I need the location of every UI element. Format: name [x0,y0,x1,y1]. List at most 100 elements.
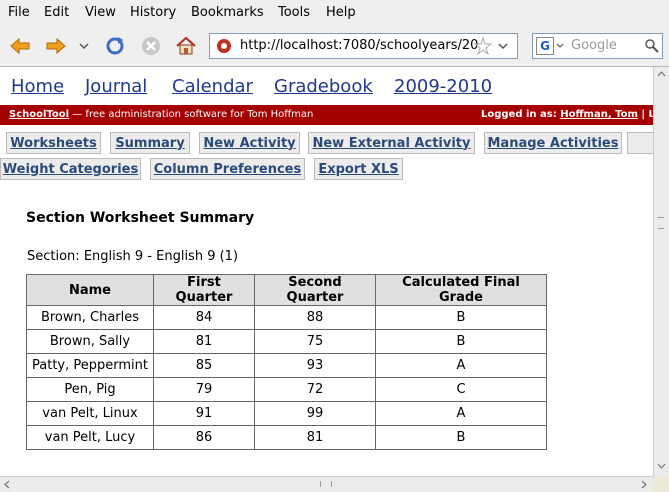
tab-new-activity[interactable]: New Activity [199,132,300,154]
col-header-final-grade: Calculated Final Grade [375,274,547,306]
tab-overflow[interactable] [627,132,653,154]
table-row: Brown, Charles 84 88 B [26,305,547,330]
nav-journal[interactable]: Journal [85,76,147,97]
table-header-row: Name First Quarter Second Quarter Calcul… [26,274,547,306]
nav-home[interactable]: Home [11,76,64,97]
menu-edit[interactable]: Edit [44,5,69,20]
tab-worksheets[interactable]: Worksheets [6,132,101,154]
table-row: Pen, Pig 79 72 C [26,377,547,402]
tab-export-xls[interactable]: Export XLS [314,158,403,180]
navigation-toolbar: http://localhost:7080/schoolyears/20 G G… [0,26,669,67]
second-quarter-score: 88 [254,305,376,330]
col-header-name: Name [26,274,154,306]
bookmark-star-icon[interactable] [474,37,492,55]
table-row: van Pelt, Linux 91 99 A [26,401,547,426]
search-box[interactable]: G Google [532,33,663,59]
scroll-right-icon[interactable] [641,480,647,489]
menu-bar: File Edit View History Bookmarks Tools H… [0,0,669,26]
scrollbar-corner [653,476,669,492]
page-content: Home Journal Calendar Gradebook 2009-201… [0,67,653,476]
second-quarter-score: 99 [254,401,376,426]
reload-icon [106,37,124,55]
final-grade: B [375,305,547,330]
tab-column-preferences[interactable]: Column Preferences [150,158,305,180]
student-name: Patty, Peppermint [26,353,154,378]
section-label: Section: [27,249,80,264]
top-navigation: Home Journal Calendar Gradebook 2009-201… [0,67,653,105]
forward-arrow-icon [46,37,66,55]
chevron-down-icon [79,43,89,50]
first-quarter-score: 86 [153,425,255,450]
summary-table: Name First Quarter Second Quarter Calcul… [26,274,547,450]
user-link[interactable]: Hoffman, Tom [560,109,638,120]
stop-icon [142,37,160,55]
search-icon[interactable] [644,38,660,54]
home-icon [176,36,196,55]
student-name: van Pelt, Linux [26,401,154,426]
tab-weight-categories[interactable]: Weight Categories [0,158,141,180]
back-button[interactable] [7,34,33,58]
menu-tools[interactable]: Tools [278,5,310,20]
google-icon[interactable]: G [536,37,554,55]
url-text: http://localhost:7080/schoolyears/20 [240,38,479,53]
first-quarter-score: 84 [153,305,255,330]
horizontal-scrollbar[interactable] [0,476,653,492]
student-name: Brown, Charles [26,305,154,330]
vertical-scrollbar[interactable] [653,67,669,476]
page-title: Section Worksheet Summary [26,210,255,226]
final-grade: A [375,353,547,378]
header-banner: SchoolTool — free administration softwar… [0,105,653,125]
final-grade: B [375,329,547,354]
first-quarter-score: 79 [153,377,255,402]
nav-gradebook[interactable]: Gradebook [274,76,373,97]
final-grade: A [375,401,547,426]
site-icon [217,39,231,53]
nav-calendar[interactable]: Calendar [172,76,253,97]
col-header-second-quarter: Second Quarter [254,274,376,306]
history-dropdown[interactable] [74,34,94,58]
tab-summary[interactable]: Summary [110,132,190,154]
url-dropdown-icon[interactable] [498,42,508,50]
tab-new-external-activity[interactable]: New External Activity [308,132,475,154]
hscroll-thumb-grip[interactable] [320,481,332,487]
scroll-down-icon[interactable] [657,463,666,469]
menu-help[interactable]: Help [326,5,356,20]
reload-button[interactable] [102,34,128,58]
student-name: van Pelt, Lucy [26,425,154,450]
back-arrow-icon [10,37,30,55]
search-placeholder: Google [571,38,617,53]
first-quarter-score: 81 [153,329,255,354]
home-button[interactable] [173,34,199,58]
tagline: — free administration software for Tom H… [69,109,314,120]
student-name: Brown, Sally [26,329,154,354]
first-quarter-score: 91 [153,401,255,426]
menu-bookmarks[interactable]: Bookmarks [191,5,264,20]
menu-file[interactable]: File [8,5,30,20]
nav-school-year[interactable]: 2009-2010 [394,76,492,97]
forward-button[interactable] [43,34,69,58]
table-row: Patty, Peppermint 85 93 A [26,353,547,378]
address-bar[interactable]: http://localhost:7080/schoolyears/20 [209,33,518,59]
first-quarter-score: 85 [153,353,255,378]
tab-manage-activities[interactable]: Manage Activities [484,132,622,154]
section-info: Section: English 9 - English 9 (1) [27,249,238,264]
col-header-first-quarter: First Quarter [153,274,255,306]
brand-link[interactable]: SchoolTool [9,109,69,120]
scroll-left-icon[interactable] [4,480,10,489]
table-row: van Pelt, Lucy 86 81 B [26,425,547,450]
scroll-up-icon[interactable] [657,71,666,77]
student-name: Pen, Pig [26,377,154,402]
stop-button[interactable] [138,34,164,58]
menu-history[interactable]: History [130,5,176,20]
second-quarter-score: 93 [254,353,376,378]
engine-dropdown-icon[interactable] [556,43,564,49]
final-grade: C [375,377,547,402]
banner-separator: | L [641,109,653,120]
menu-view[interactable]: View [85,5,116,20]
second-quarter-score: 72 [254,377,376,402]
table-row: Brown, Sally 81 75 B [26,329,547,354]
final-grade: B [375,425,547,450]
section-value: English 9 - English 9 (1) [83,249,239,264]
scroll-thumb-grip[interactable] [658,217,664,229]
logged-in-label: Logged in as: [481,109,561,120]
